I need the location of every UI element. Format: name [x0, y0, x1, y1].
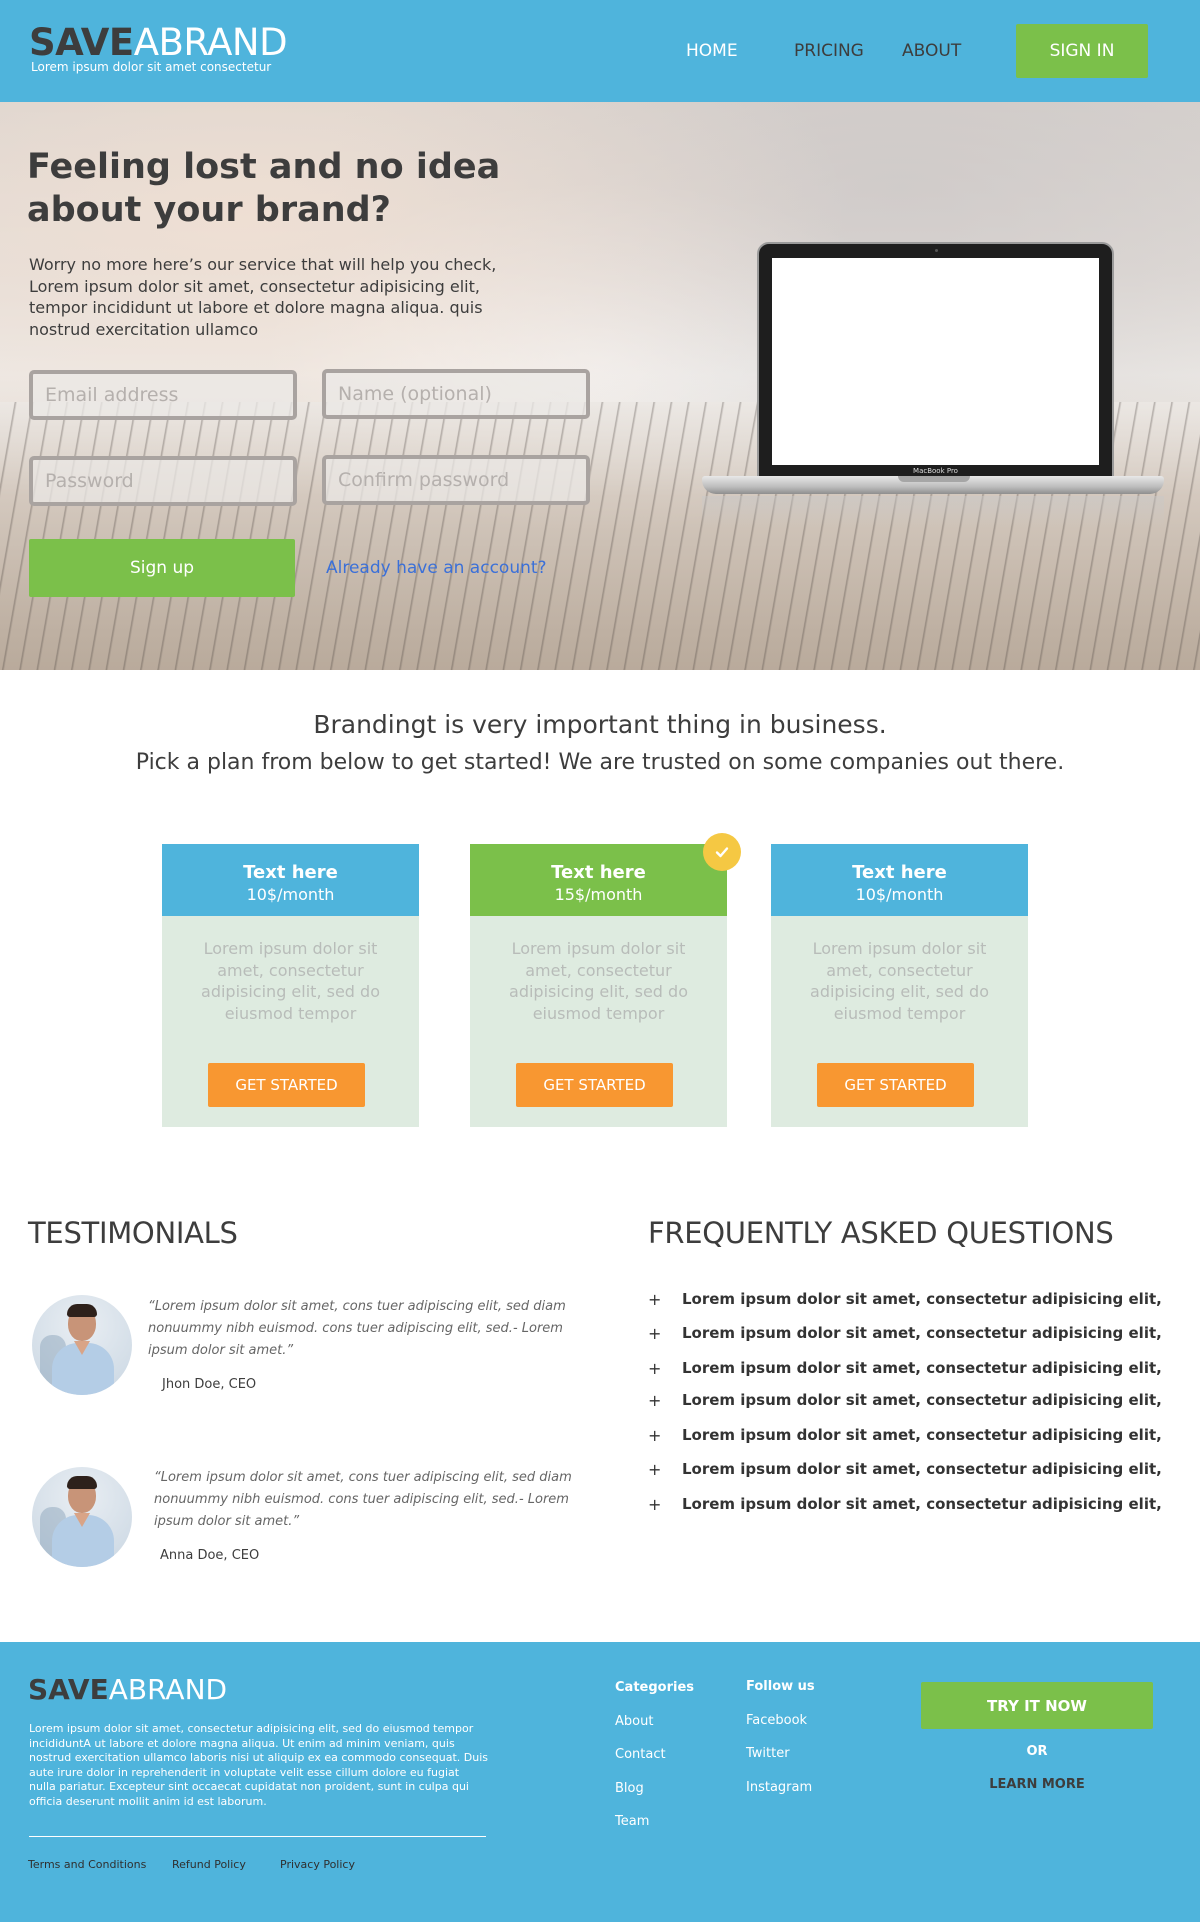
faq-question[interactable]: Lorem ipsum dolor sit amet, consectetur …	[682, 1495, 1162, 1513]
password-field[interactable]	[29, 456, 297, 506]
footer-link-about[interactable]: About	[615, 1714, 653, 1729]
intro-heading: Brandingt is very important thing in bus…	[313, 710, 887, 739]
plus-icon[interactable]: +	[648, 1391, 661, 1410]
confirm-password-field[interactable]	[322, 455, 590, 505]
plus-icon[interactable]: +	[648, 1290, 661, 1309]
faq-question[interactable]: Lorem ipsum dolor sit amet, consectetur …	[682, 1324, 1162, 1342]
terms-link[interactable]: Terms and Conditions	[28, 1858, 146, 1871]
footer-divider	[29, 1836, 486, 1837]
avatar	[32, 1467, 132, 1567]
laptop-camera	[935, 249, 938, 252]
refund-policy-link[interactable]: Refund Policy	[172, 1858, 246, 1871]
sign-in-button[interactable]: SIGN IN	[1016, 24, 1148, 78]
laptop-label: MacBook Pro	[913, 467, 958, 475]
login-link[interactable]: Already have an account?	[326, 558, 547, 578]
laptop-screen	[772, 258, 1099, 465]
nav-about[interactable]: ABOUT	[902, 41, 961, 61]
plus-icon[interactable]: +	[648, 1460, 661, 1479]
hero-description: Worry no more here’s our service that wi…	[29, 255, 497, 339]
testimonial-author: Anna Doe, CEO	[160, 1548, 260, 1563]
twitter-link[interactable]: Twitter	[746, 1746, 790, 1761]
plan-description: Lorem ipsum dolor sit amet, consectetur …	[509, 939, 688, 1023]
footer-link-blog[interactable]: Blog	[615, 1781, 644, 1796]
avatar	[32, 1295, 132, 1395]
intro-subheading: Pick a plan from below to get started! W…	[135, 750, 1065, 775]
faq-question[interactable]: Lorem ipsum dolor sit amet, consectetur …	[682, 1290, 1162, 1308]
footer-link-contact[interactable]: Contact	[615, 1747, 666, 1762]
privacy-policy-link[interactable]: Privacy Policy	[280, 1858, 355, 1871]
laptop-lid: MacBook Pro	[757, 242, 1114, 478]
plan-price: 10$/month	[246, 885, 335, 904]
plan-price: 10$/month	[855, 885, 944, 904]
testimonial-author: Jhon Doe, CEO	[162, 1377, 257, 1392]
testimonial-quote: “Lorem ipsum dolor sit amet, cons tuer a…	[154, 1470, 572, 1529]
footer-link-team[interactable]: Team	[615, 1814, 649, 1829]
faq-question[interactable]: Lorem ipsum dolor sit amet, consectetur …	[682, 1460, 1162, 1478]
laptop-reflection	[702, 496, 1164, 526]
email-field[interactable]	[29, 370, 297, 420]
get-started-button[interactable]: GET STARTED	[208, 1063, 365, 1107]
plan-header: Text here 10$/month	[162, 844, 419, 916]
hero-title: Feeling lost and no idea about your bran…	[27, 147, 501, 230]
categories-heading: Categories	[615, 1680, 695, 1695]
facebook-link[interactable]: Facebook	[746, 1713, 807, 1728]
plus-icon[interactable]: +	[648, 1426, 661, 1445]
faq-question[interactable]: Lorem ipsum dolor sit amet, consectetur …	[682, 1426, 1162, 1444]
plan-description: Lorem ipsum dolor sit amet, consectetur …	[810, 939, 989, 1023]
check-icon	[703, 833, 741, 871]
faq-title: FREQUENTLY ASKED QUESTIONS	[648, 1216, 1114, 1250]
faq-question[interactable]: Lorem ipsum dolor sit amet, consectetur …	[682, 1359, 1162, 1377]
pricing-plan-featured: Text here 15$/month Lorem ipsum dolor si…	[470, 844, 727, 1127]
plus-icon[interactable]: +	[648, 1359, 661, 1378]
laptop-base	[702, 476, 1164, 494]
laptop-image: MacBook Pro	[702, 242, 1164, 526]
plan-header: Text here 15$/month	[470, 844, 727, 916]
name-field[interactable]	[322, 369, 590, 419]
plan-name: Text here	[551, 862, 646, 883]
plan-header: Text here 10$/month	[771, 844, 1028, 916]
footer-logo[interactable]: SAVEABRAND	[28, 1674, 227, 1706]
logo-bold: SAVE	[29, 21, 134, 64]
faq-question[interactable]: Lorem ipsum dolor sit amet, consectetur …	[682, 1391, 1162, 1409]
instagram-link[interactable]: Instagram	[746, 1780, 812, 1795]
get-started-button[interactable]: GET STARTED	[516, 1063, 673, 1107]
testimonials-title: TESTIMONIALS	[28, 1216, 238, 1250]
testimonial-quote: “Lorem ipsum dolor sit amet, cons tuer a…	[148, 1299, 566, 1358]
or-separator: OR	[1026, 1744, 1048, 1759]
learn-more-link[interactable]: LEARN MORE	[921, 1777, 1153, 1792]
footer-logo-bold: SAVE	[28, 1673, 109, 1706]
sign-up-button[interactable]: Sign up	[29, 539, 295, 597]
plus-icon[interactable]: +	[648, 1324, 661, 1343]
logo-light: ABRAND	[133, 21, 288, 64]
plan-price: 15$/month	[554, 885, 643, 904]
nav-home[interactable]: HOME	[686, 41, 738, 61]
try-it-now-button[interactable]: TRY IT NOW	[921, 1682, 1153, 1729]
plan-description: Lorem ipsum dolor sit amet, consectetur …	[201, 939, 380, 1023]
plan-name: Text here	[243, 862, 338, 883]
plus-icon[interactable]: +	[648, 1495, 661, 1514]
logo[interactable]: SAVEABRAND	[29, 21, 288, 64]
plan-name: Text here	[852, 862, 947, 883]
follow-us-heading: Follow us	[746, 1679, 815, 1694]
pricing-plan: Text here 10$/month Lorem ipsum dolor si…	[162, 844, 419, 1127]
footer-about-text: Lorem ipsum dolor sit amet, consectetur …	[29, 1722, 489, 1808]
footer-logo-light: ABRAND	[108, 1673, 228, 1706]
pricing-plan: Text here 10$/month Lorem ipsum dolor si…	[771, 844, 1028, 1127]
tagline: Lorem ipsum dolor sit amet consectetur	[31, 60, 272, 74]
nav-pricing[interactable]: PRICING	[794, 41, 864, 61]
get-started-button[interactable]: GET STARTED	[817, 1063, 974, 1107]
